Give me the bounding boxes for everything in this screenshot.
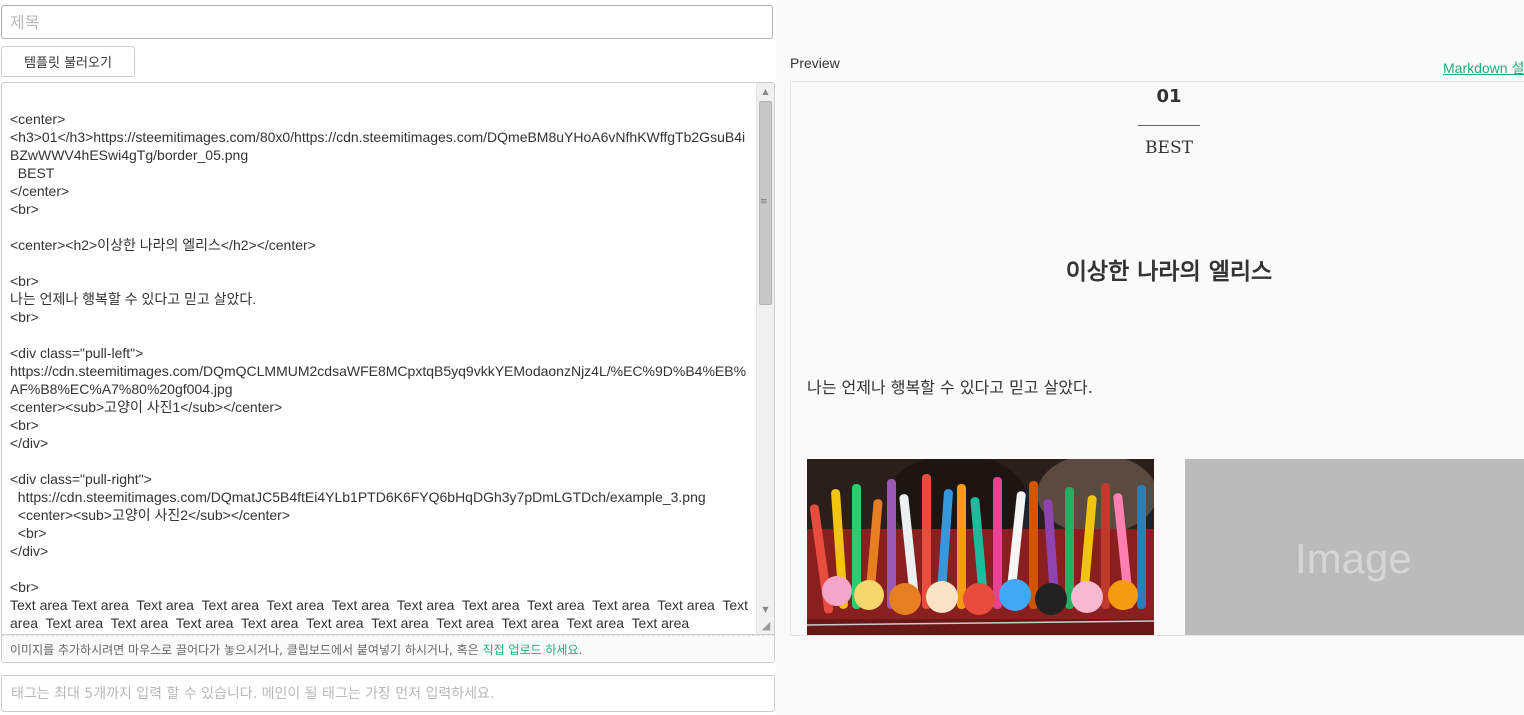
preview-paragraph: 나는 언제나 행복할 수 있다고 믿고 살았다. [807, 378, 1093, 397]
editor-panel: 템플릿 불러오기 <center> <h3>01</h3>https://ste… [0, 0, 776, 715]
scroll-up-arrow-icon[interactable]: ▲ [757, 83, 774, 100]
resize-handle-icon[interactable]: ◢ [758, 618, 774, 634]
upload-hint-suffix: . [578, 643, 583, 657]
scrollbar-grip-icon: ≡ [760, 197, 768, 207]
load-template-button[interactable]: 템플릿 불러오기 [1, 46, 135, 77]
placeholder-image-text: Image [1295, 535, 1412, 582]
cat-figurines-image [807, 459, 1154, 635]
body-editor-text[interactable]: <center> <h3>01</h3>https://steemitimage… [10, 110, 750, 630]
preview-heading: 이상한 나라의 엘리스 [1065, 259, 1273, 285]
tags-input[interactable] [1, 675, 775, 712]
preview-best: BEST [1145, 138, 1193, 158]
placeholder-image: Image [1185, 459, 1524, 635]
preview-number: 01 [1156, 86, 1182, 107]
preview-panel: 01 BEST 이상한 나라의 엘리스 나는 언제나 행복할 수 있다고 믿고 … [790, 81, 1524, 636]
upload-hint-text: 이미지를 추가하시려면 마우스로 끌어다가 놓으시거나, 클립보드에서 붙여넣기… [10, 643, 483, 657]
scroll-down-arrow-icon[interactable]: ▼ [757, 601, 774, 618]
direct-upload-link[interactable]: 직접 업로드 하세요 [483, 643, 579, 657]
markdown-help-link[interactable]: Markdown 설 [1443, 58, 1524, 78]
body-editor[interactable]: <center> <h3>01</h3>https://steemitimage… [1, 82, 775, 635]
editor-scrollbar[interactable]: ▲ ≡ ▼ [756, 83, 774, 634]
preview-divider [1138, 125, 1200, 126]
upload-hint: 이미지를 추가하시려면 마우스로 끌어다가 놓으시거나, 클립보드에서 붙여넣기… [1, 635, 775, 663]
preview-label: Preview [790, 55, 840, 71]
title-input[interactable] [1, 5, 773, 39]
